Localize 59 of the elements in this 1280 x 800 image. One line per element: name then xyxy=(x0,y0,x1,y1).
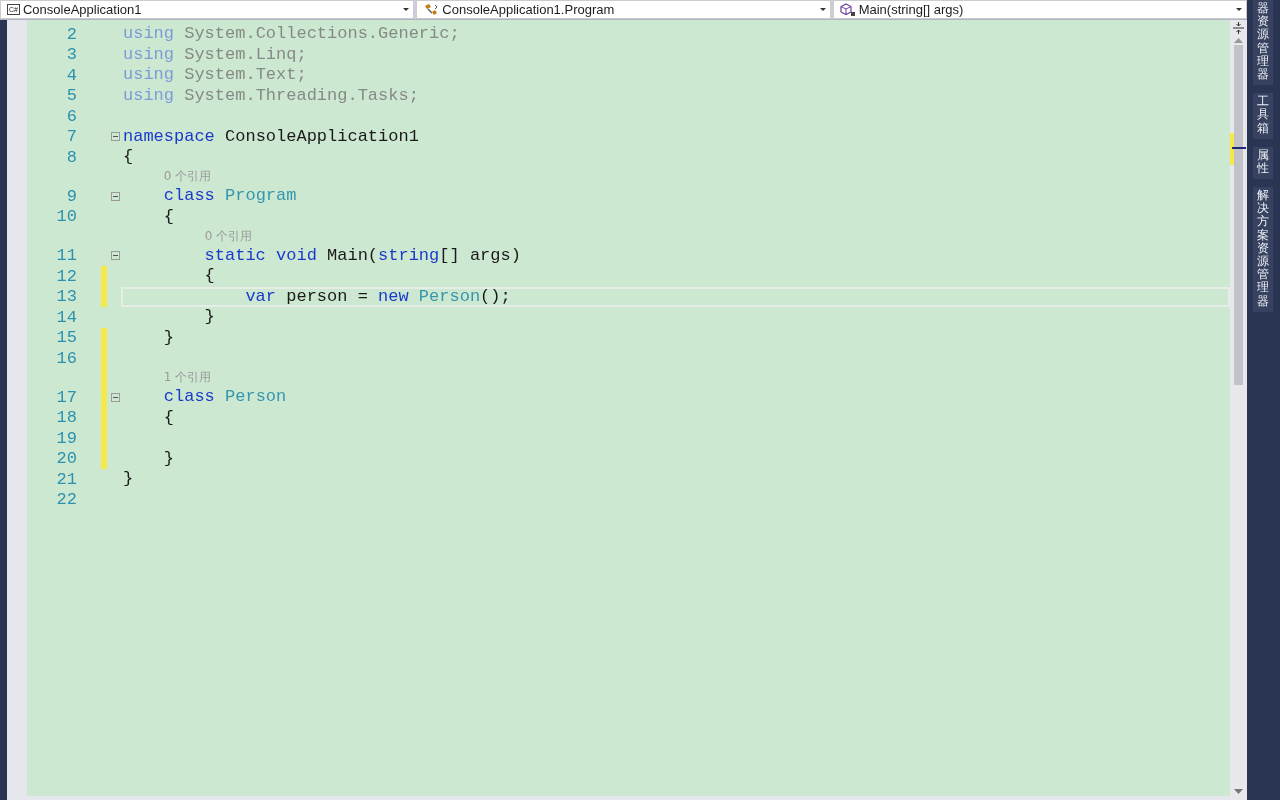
scrollbar[interactable] xyxy=(1230,20,1247,800)
code-line: using System.Threading.Tasks; xyxy=(123,85,419,106)
line-number: 11 xyxy=(55,246,77,266)
line-number: 15 xyxy=(55,328,77,348)
line-number: 4 xyxy=(65,65,77,85)
code-line: using System.Linq; xyxy=(123,44,307,65)
line-number: 9 xyxy=(65,186,77,206)
line-number: 10 xyxy=(55,207,77,227)
line-number: 2 xyxy=(65,24,77,44)
line-number: 6 xyxy=(65,106,77,126)
line-number: 8 xyxy=(65,147,77,167)
caret-icon xyxy=(403,8,410,11)
line-number: 18 xyxy=(55,408,77,428)
code-line: using System.Collections.Generic; xyxy=(123,24,460,45)
class-icon xyxy=(423,2,440,17)
code-line: } xyxy=(162,327,174,348)
side-tab[interactable]: 解决方案资源管理器 xyxy=(1253,187,1273,312)
scroll-thumb[interactable] xyxy=(1234,45,1243,385)
line-number: 3 xyxy=(65,45,77,65)
line-number: 13 xyxy=(55,287,77,307)
code-line: { xyxy=(162,407,174,428)
side-tab[interactable]: 属性 xyxy=(1253,146,1273,180)
change-marker xyxy=(1230,133,1234,165)
collapse-icon[interactable] xyxy=(110,132,120,142)
scroll-down-icon[interactable] xyxy=(1234,789,1243,794)
line-number: 17 xyxy=(55,387,77,407)
code-line: using System.Text; xyxy=(123,65,307,86)
caret-icon xyxy=(1236,8,1242,11)
code-line: { xyxy=(203,266,215,287)
line-number: 16 xyxy=(55,348,77,368)
line-number: 20 xyxy=(55,449,77,469)
collapse-icon[interactable] xyxy=(110,392,120,402)
code-line: class Program xyxy=(162,186,297,207)
line-number: 21 xyxy=(55,469,77,489)
code-line: } xyxy=(162,448,174,469)
dropdown[interactable]: Main(string[] args) xyxy=(832,0,1247,19)
code-line: namespace ConsoleApplication1 xyxy=(123,126,419,147)
side-tab[interactable]: 器资源管理器 xyxy=(1253,0,1273,86)
code-line: class Person xyxy=(162,387,287,408)
line-number: 19 xyxy=(55,428,77,448)
method-icon xyxy=(839,2,856,17)
code-line: static void Main(string[] args) xyxy=(203,245,521,266)
code-line: { xyxy=(162,206,174,227)
caret-icon xyxy=(819,8,826,11)
collapse-icon[interactable] xyxy=(110,191,120,201)
caret-marker xyxy=(1232,147,1246,149)
line-number: 14 xyxy=(55,307,77,327)
collapse-icon[interactable] xyxy=(110,251,120,261)
code-line: } xyxy=(203,307,215,328)
line-number: 7 xyxy=(65,127,77,147)
code-line: var person = new Person(); xyxy=(244,286,511,307)
code-line: { xyxy=(123,147,134,168)
code-line: } xyxy=(123,469,134,490)
side-tab[interactable]: 工具箱 xyxy=(1253,93,1273,139)
split-handle-icon[interactable] xyxy=(1233,22,1244,34)
dropdown[interactable]: ConsoleApplication1.Program xyxy=(416,0,831,19)
line-number: 22 xyxy=(55,490,77,510)
line-number: 5 xyxy=(65,86,77,106)
line-number: 12 xyxy=(55,266,77,286)
